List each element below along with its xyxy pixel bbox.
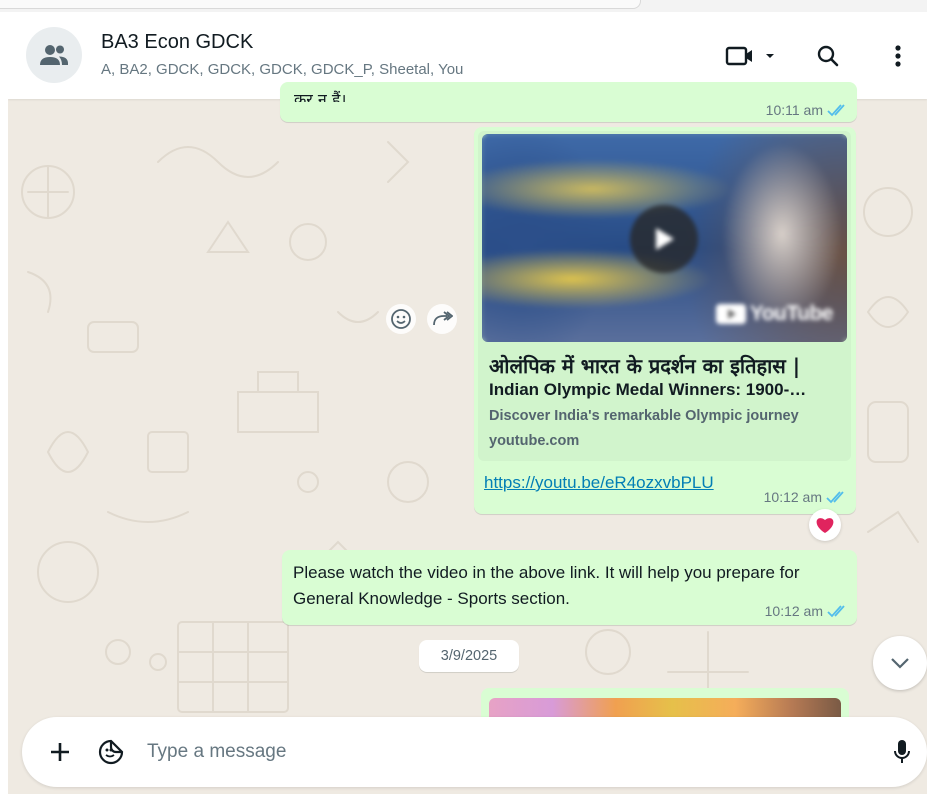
search-icon (817, 45, 839, 67)
video-call-button[interactable] (721, 40, 781, 72)
chevron-down-icon (891, 658, 909, 669)
heart-icon (816, 518, 834, 533)
message-time: 10:12 am (764, 603, 823, 619)
chat-members[interactable]: A, BA2, GDCK, GDCK, GDCK, GDCK_P, Sheeta… (101, 61, 463, 78)
message-bubble-partial[interactable]: कर न हैं। 10:11 am (280, 82, 857, 122)
play-button[interactable] (630, 205, 698, 273)
message-input[interactable] (147, 738, 847, 766)
read-ticks-icon (827, 605, 845, 618)
read-ticks-icon (826, 491, 844, 504)
sticker-icon (98, 739, 124, 765)
sticker-button[interactable] (94, 735, 128, 769)
microphone-icon (894, 740, 910, 763)
youtube-logo: YouTube (715, 302, 834, 326)
read-ticks-icon (827, 104, 845, 117)
more-options-icon (895, 45, 901, 67)
message-url-link[interactable]: https://youtu.be/eR4ozxvbPLU (484, 473, 714, 493)
link-title-english: Indian Olympic Medal Winners: 1900-… (489, 380, 807, 399)
chat-title[interactable]: BA3 Econ GDCK (101, 31, 253, 54)
video-thumbnail[interactable]: YouTube (482, 134, 847, 342)
react-button[interactable] (386, 304, 416, 334)
youtube-wordmark: YouTube (749, 302, 834, 325)
forward-icon (433, 311, 453, 326)
message-meta: 10:12 am (764, 489, 848, 505)
reaction-badge[interactable] (809, 509, 841, 541)
message-text: Please watch the video in the above link… (293, 563, 800, 608)
group-avatar-icon (40, 45, 68, 65)
video-call-icon (725, 46, 752, 66)
link-title-hindi: ओलंपिक में भारत के प्रदर्शन का इतिहास | (489, 354, 801, 378)
message-meta: 10:12 am (765, 603, 849, 619)
message-bubble-link[interactable]: YouTube ओलंपिक में भारत के प्रदर्शन का इ… (474, 127, 856, 514)
chevron-down-icon (766, 54, 774, 58)
forward-button[interactable] (427, 304, 457, 334)
scroll-to-bottom-button[interactable] (873, 636, 927, 690)
browser-frame-strip (0, 0, 927, 12)
link-description: Discover India's remarkable Olympic jour… (489, 408, 799, 424)
message-meta: 10:11 am (766, 102, 849, 118)
group-avatar[interactable] (26, 27, 82, 83)
more-options-button[interactable] (883, 39, 913, 73)
play-icon (656, 228, 674, 250)
message-partial-text: कर न हैं। (294, 90, 347, 102)
message-bubble-text[interactable]: Please watch the video in the above link… (282, 550, 857, 625)
voice-message-button[interactable] (887, 737, 917, 767)
youtube-play-icon (715, 304, 746, 324)
chat-panel: BA3 Econ GDCK A, BA2, GDCK, GDCK, GDCK, … (8, 12, 927, 794)
emoji-icon (391, 309, 411, 329)
date-divider: 3/9/2025 (419, 640, 519, 672)
message-composer[interactable] (22, 717, 927, 787)
link-domain: youtube.com (489, 433, 580, 449)
attach-button[interactable] (44, 736, 76, 768)
search-button[interactable] (811, 39, 845, 73)
message-time: 10:11 am (765, 102, 823, 118)
plus-icon (51, 743, 69, 761)
message-time: 10:12 am (763, 489, 822, 505)
